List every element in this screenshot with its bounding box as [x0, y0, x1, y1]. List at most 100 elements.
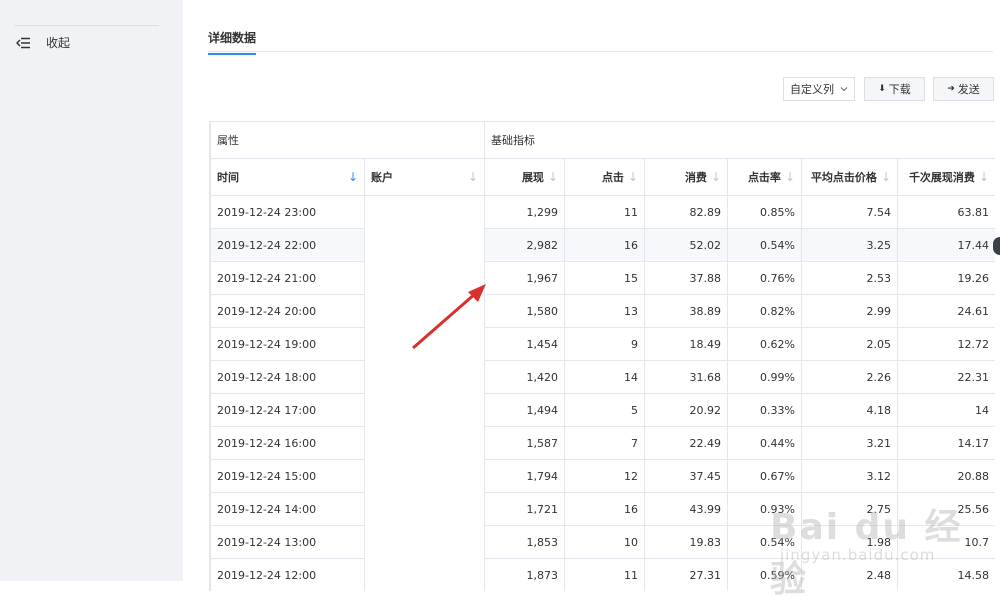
- data-table: 属性 基础指标 时间 ↓ 账户 ↓ 展现 ↓ 点击 ↓ 消费 ↓ 点击率 ↓ 平均点击价格 ↓…: [210, 121, 995, 591]
- scroll-handle[interactable]: [993, 237, 1000, 255]
- cell-metric: 37.45: [644, 459, 728, 493]
- tab-detailed-data[interactable]: 详细数据: [208, 29, 257, 55]
- cell-metric: 20.92: [644, 393, 728, 427]
- cell-metric: 1,420: [484, 360, 565, 394]
- table-row[interactable]: 2019-12-24 15:00 1,794 12 37.45 0.67% 3.12 20.…: [210, 459, 995, 493]
- table-row[interactable]: 2019-12-24 16:00 1,587 7 22.49 0.44% 3.21 14.1…: [210, 426, 995, 460]
- table-row[interactable]: 2019-12-24 23:00 1,299 11 82.89 0.85% 7.54 63.…: [210, 195, 995, 229]
- cell-account: [364, 426, 485, 460]
- table-row[interactable]: 2019-12-24 20:00 1,580 13 38.89 0.82% 2.99 24.…: [210, 294, 995, 328]
- cell-metric: 31.68: [644, 360, 728, 394]
- table-row[interactable]: 2019-12-24 14:00 1,721 16 43.99 0.93% 2.75 25.…: [210, 492, 995, 526]
- chevron-down-icon: [840, 87, 848, 92]
- cell-metric: 10: [564, 525, 645, 559]
- table-body: 2019-12-24 23:00 1,299 11 82.89 0.85% 7.54 63.…: [210, 195, 995, 591]
- table-row[interactable]: 2019-12-24 12:00 1,873 11 27.31 0.59% 2.48 14.…: [210, 558, 995, 591]
- sort-icon[interactable]: ↓: [628, 170, 638, 184]
- table-row[interactable]: 2019-12-24 13:00 1,853 10 19.83 0.54% 1.98 10.…: [210, 525, 995, 559]
- cell-time: 2019-12-24 12:00: [210, 558, 365, 591]
- cell-time: 2019-12-24 23:00: [210, 195, 365, 229]
- cell-time: 2019-12-24 13:00: [210, 525, 365, 559]
- cell-metric: 4.18: [801, 393, 898, 427]
- cell-metric: 5: [564, 393, 645, 427]
- cell-metric: 2.75: [801, 492, 898, 526]
- collapse-sidebar-button[interactable]: 收起: [16, 34, 70, 51]
- cell-account: [364, 294, 485, 328]
- cell-time: 2019-12-24 21:00: [210, 261, 365, 295]
- collapse-label: 收起: [46, 36, 71, 50]
- cell-account: [364, 228, 485, 262]
- column-header-avg-cpc[interactable]: 平均点击价格 ↓: [801, 158, 898, 196]
- cell-metric: 17.44: [897, 228, 995, 262]
- cell-metric: 38.89: [644, 294, 728, 328]
- cell-metric: 0.76%: [727, 261, 802, 295]
- cell-metric: 15: [564, 261, 645, 295]
- sort-icon[interactable]: ↓: [881, 170, 891, 184]
- cell-metric: 2,982: [484, 228, 565, 262]
- cell-metric: 12.72: [897, 327, 995, 361]
- sort-icon[interactable]: ↓: [785, 170, 795, 184]
- cell-metric: 0.33%: [727, 393, 802, 427]
- download-button[interactable]: ⬇ 下载: [864, 77, 925, 101]
- cell-metric: 14.17: [897, 426, 995, 460]
- send-arrow-icon: ➜: [947, 84, 955, 94]
- column-header-cost[interactable]: 消费 ↓: [644, 158, 728, 196]
- cell-metric: 1.98: [801, 525, 898, 559]
- cell-metric: 13: [564, 294, 645, 328]
- send-button[interactable]: ➜ 发送: [933, 77, 994, 101]
- cell-metric: 0.62%: [727, 327, 802, 361]
- cell-metric: 1,853: [484, 525, 565, 559]
- cell-metric: 43.99: [644, 492, 728, 526]
- cell-metric: 52.02: [644, 228, 728, 262]
- table-row[interactable]: 2019-12-24 19:00 1,454 9 18.49 0.62% 2.05 12.7…: [210, 327, 995, 361]
- sort-icon[interactable]: ↓: [711, 170, 721, 184]
- cell-metric: 12: [564, 459, 645, 493]
- column-label: 千次展现消费: [908, 171, 975, 184]
- cell-metric: 2.05: [801, 327, 898, 361]
- table-row[interactable]: 2019-12-24 22:00 2,982 16 52.02 0.54% 3.25 17.…: [210, 228, 995, 262]
- column-label: 消费: [684, 171, 707, 184]
- sort-desc-icon[interactable]: ↓: [348, 170, 358, 184]
- cell-metric: 82.89: [644, 195, 728, 229]
- cell-metric: 37.88: [644, 261, 728, 295]
- cell-time: 2019-12-24 16:00: [210, 426, 365, 460]
- download-icon: ⬇: [878, 84, 886, 94]
- cell-account: [364, 492, 485, 526]
- group-header-basic-metrics: 基础指标: [484, 121, 995, 159]
- cell-metric: 20.88: [897, 459, 995, 493]
- table-row[interactable]: 2019-12-24 18:00 1,420 14 31.68 0.99% 2.26 22.…: [210, 360, 995, 394]
- custom-columns-select[interactable]: 自定义列: [783, 77, 855, 101]
- custom-columns-label: 自定义列: [790, 83, 834, 96]
- sort-icon[interactable]: ↓: [548, 170, 558, 184]
- cell-account: [364, 459, 485, 493]
- cell-metric: 11: [564, 558, 645, 591]
- cell-metric: 0.82%: [727, 294, 802, 328]
- column-header-time[interactable]: 时间 ↓: [210, 158, 365, 196]
- table-row[interactable]: 2019-12-24 21:00 1,967 15 37.88 0.76% 2.53 19.…: [210, 261, 995, 295]
- column-label: 点击率: [747, 171, 781, 184]
- column-header-ctr[interactable]: 点击率 ↓: [727, 158, 802, 196]
- sort-icon[interactable]: ↓: [468, 170, 478, 184]
- cell-account: [364, 195, 485, 229]
- cell-metric: 16: [564, 228, 645, 262]
- cell-metric: 0.85%: [727, 195, 802, 229]
- cell-metric: 2.26: [801, 360, 898, 394]
- cell-metric: 1,967: [484, 261, 565, 295]
- cell-metric: 1,299: [484, 195, 565, 229]
- table-row[interactable]: 2019-12-24 17:00 1,494 5 20.92 0.33% 4.18 14: [210, 393, 995, 427]
- cell-time: 2019-12-24 17:00: [210, 393, 365, 427]
- column-header-cpm[interactable]: 千次展现消费 ↓: [897, 158, 995, 196]
- sort-icon[interactable]: ↓: [979, 170, 989, 184]
- cell-account: [364, 327, 485, 361]
- column-header-impressions[interactable]: 展现 ↓: [484, 158, 565, 196]
- download-label: 下载: [888, 83, 911, 96]
- cell-metric: 63.81: [897, 195, 995, 229]
- cell-metric: 1,721: [484, 492, 565, 526]
- column-label: 平均点击价格: [810, 171, 877, 184]
- cell-account: [364, 261, 485, 295]
- cell-metric: 16: [564, 492, 645, 526]
- cell-time: 2019-12-24 14:00: [210, 492, 365, 526]
- column-header-clicks[interactable]: 点击 ↓: [564, 158, 645, 196]
- cell-metric: 22.31: [897, 360, 995, 394]
- column-header-account[interactable]: 账户 ↓: [364, 158, 485, 196]
